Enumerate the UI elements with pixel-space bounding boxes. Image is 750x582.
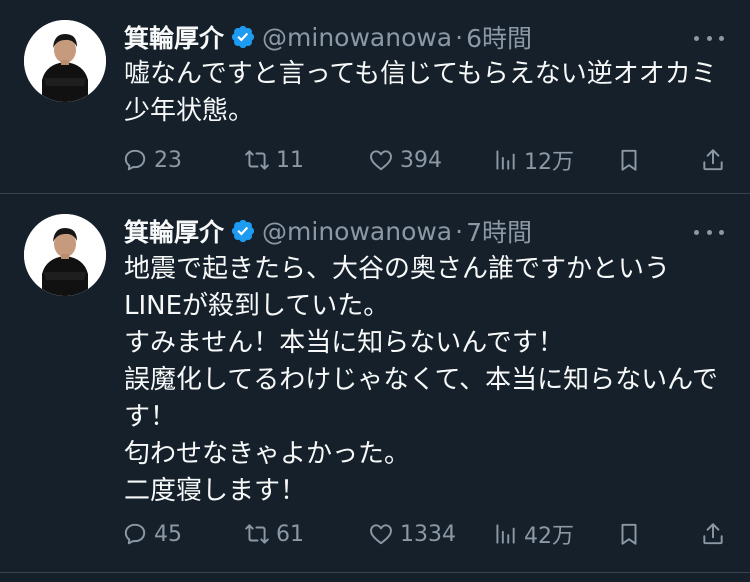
retweet-button[interactable]: 61 bbox=[244, 516, 304, 552]
tweet-text-line: 少年状態。 bbox=[124, 96, 255, 126]
more-dot bbox=[694, 229, 699, 235]
action-bar: 23 11 394 12万 bbox=[120, 142, 732, 178]
avatar[interactable] bbox=[24, 214, 106, 296]
reply-count: 45 bbox=[154, 521, 182, 547]
view-count: 12万 bbox=[524, 150, 574, 175]
heart-icon bbox=[368, 521, 394, 547]
more-options-icon[interactable] bbox=[694, 28, 724, 48]
more-dot bbox=[719, 35, 724, 41]
separator: · bbox=[455, 216, 464, 246]
author-handle[interactable]: @minowanowa bbox=[262, 23, 452, 52]
share-icon bbox=[700, 521, 726, 547]
bookmark-icon bbox=[616, 521, 642, 547]
tweet-text-line: 地震で起きたら、大谷の奥さん誰ですかという bbox=[124, 254, 671, 284]
like-count: 394 bbox=[400, 147, 442, 173]
more-dot bbox=[719, 229, 724, 235]
retweet-icon bbox=[244, 147, 270, 173]
avatar[interactable] bbox=[24, 20, 106, 102]
share-button[interactable] bbox=[700, 142, 726, 178]
tweet-text-line: す！ bbox=[124, 402, 177, 432]
bookmark-icon bbox=[616, 147, 642, 173]
reply-count: 23 bbox=[154, 147, 182, 173]
more-dot bbox=[706, 35, 712, 41]
reply-button[interactable]: 45 bbox=[122, 516, 182, 552]
bookmark-button[interactable] bbox=[616, 516, 642, 552]
avatar-image bbox=[24, 20, 106, 102]
more-options-icon[interactable] bbox=[694, 222, 724, 242]
view-count: 42万 bbox=[524, 524, 574, 549]
tweet[interactable]: 箕輪厚介 @minowanowa · 6時間 嘘なんですと言っても信じてもらえな… bbox=[0, 0, 750, 193]
author-name[interactable]: 箕輪厚介 bbox=[124, 19, 224, 55]
author-handle[interactable]: @minowanowa bbox=[262, 217, 452, 246]
tweet-text-line: 誤魔化してるわけじゃなくて、本当に知らないんで bbox=[124, 365, 718, 395]
bookmark-button[interactable] bbox=[616, 142, 642, 178]
views-button[interactable]: 12万 bbox=[492, 142, 574, 178]
timestamp[interactable]: 7時間 bbox=[466, 213, 532, 249]
retweet-count: 61 bbox=[276, 521, 304, 547]
views-button[interactable]: 42万 bbox=[492, 516, 574, 552]
tweet-text-line: 二度寝します！ bbox=[124, 476, 307, 506]
tweet-text-line: 嘘なんですと言っても信じてもらえない逆オオカミ bbox=[124, 59, 717, 89]
tweet-header: 箕輪厚介 @minowanowa · 7時間 bbox=[124, 214, 532, 248]
like-count: 1334 bbox=[400, 521, 456, 547]
retweet-count: 11 bbox=[276, 147, 304, 173]
tweet-text-line: すみません！本当に知らないんです！ bbox=[124, 328, 564, 358]
verified-badge-icon[interactable] bbox=[230, 24, 256, 50]
separator: · bbox=[455, 22, 464, 52]
retweet-icon bbox=[244, 521, 270, 547]
author-name[interactable]: 箕輪厚介 bbox=[124, 213, 224, 249]
like-button[interactable]: 1334 bbox=[368, 516, 456, 552]
reply-button[interactable]: 23 bbox=[122, 142, 182, 178]
avatar-image bbox=[24, 214, 106, 296]
tweet-text: 嘘なんですと言っても信じてもらえない逆オオカミ 少年状態。 bbox=[124, 56, 734, 130]
share-button[interactable] bbox=[700, 516, 726, 552]
retweet-button[interactable]: 11 bbox=[244, 142, 304, 178]
tweet-text-line: 匂わせなきゃよかった。 bbox=[124, 439, 411, 469]
tweet-text: 地震で起きたら、大谷の奥さん誰ですかという LINEが殺到していた。 すみません… bbox=[124, 251, 734, 510]
bar-chart-icon bbox=[492, 147, 518, 173]
bar-chart-icon bbox=[492, 521, 518, 547]
share-icon bbox=[700, 147, 726, 173]
timestamp[interactable]: 6時間 bbox=[466, 19, 532, 55]
reply-icon bbox=[122, 521, 148, 547]
heart-icon bbox=[368, 147, 394, 173]
tweet-text-line: LINEが殺到していた。 bbox=[124, 291, 390, 321]
more-dot bbox=[694, 35, 699, 41]
divider bbox=[0, 572, 750, 573]
tweet[interactable]: 箕輪厚介 @minowanowa · 7時間 地震で起きたら、大谷の奥さん誰です… bbox=[0, 194, 750, 572]
action-bar: 45 61 1334 42万 bbox=[120, 516, 732, 552]
verified-badge-icon[interactable] bbox=[230, 218, 256, 244]
like-button[interactable]: 394 bbox=[368, 142, 442, 178]
reply-icon bbox=[122, 147, 148, 173]
tweet-header: 箕輪厚介 @minowanowa · 6時間 bbox=[124, 20, 532, 54]
more-dot bbox=[706, 229, 712, 235]
